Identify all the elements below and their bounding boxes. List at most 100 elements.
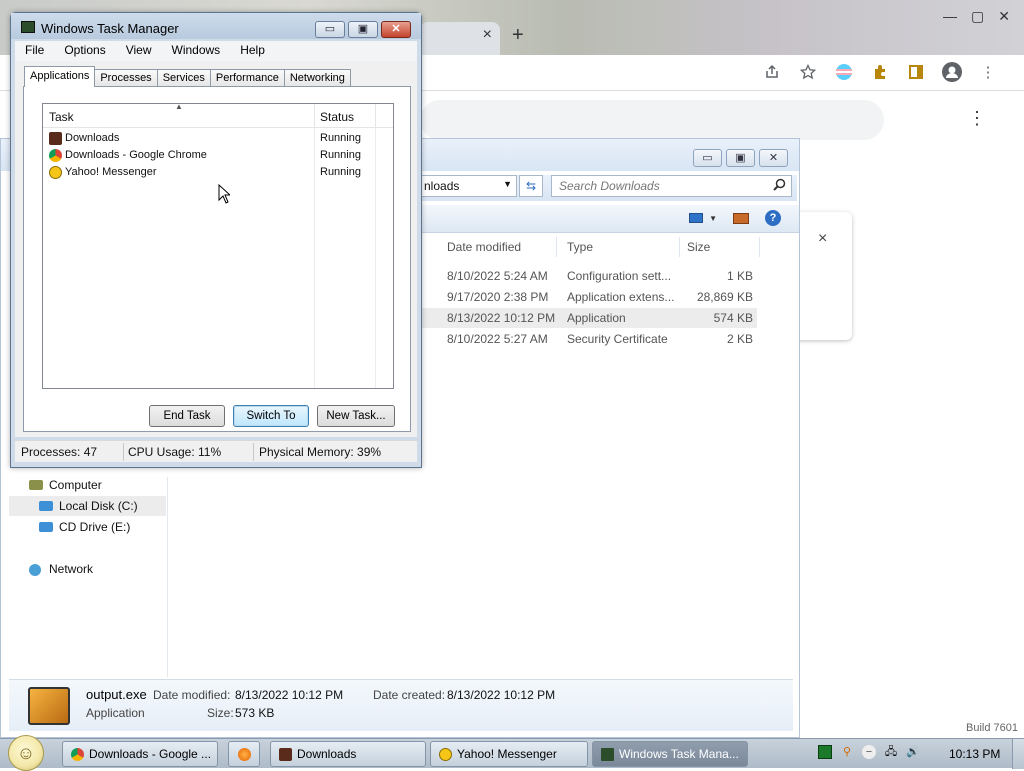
column-size[interactable]: Size <box>687 240 710 254</box>
minimize-button[interactable]: ▭ <box>315 21 345 38</box>
share-icon[interactable] <box>762 62 782 82</box>
chrome-menu-icon[interactable]: ⋮ <box>978 62 998 82</box>
new-tab-button[interactable]: + <box>512 24 524 47</box>
nav-item-network[interactable]: Network <box>9 559 166 579</box>
task-row[interactable]: Downloads - Google Chrome Running <box>43 147 393 164</box>
end-task-button[interactable]: End Task <box>149 405 225 427</box>
search-icon[interactable] <box>773 178 786 194</box>
tab-close-icon[interactable]: × <box>483 26 492 44</box>
close-icon[interactable]: ✕ <box>998 8 1010 25</box>
task-list-header: ▲ Task Status <box>43 102 393 128</box>
file-type: Application extens... <box>567 290 675 304</box>
taskbar-item-yahoo-messenger[interactable]: Yahoo! Messenger <box>430 741 588 767</box>
task-manager-titlebar[interactable]: Windows Task Manager ▭ ▣ ✕ <box>11 13 421 39</box>
popup-close-icon[interactable]: × <box>818 230 827 248</box>
chrome-tab[interactable]: × <box>420 22 500 55</box>
tab-strip: Applications Processes Services Performa… <box>24 66 351 87</box>
task-row[interactable]: Yahoo! Messenger Running <box>43 164 393 181</box>
build-watermark: Build 7601 <box>966 722 1018 734</box>
explorer-command-bar: ▼ ? <box>421 205 799 233</box>
taskbar-item-label: Yahoo! Messenger <box>457 747 557 761</box>
start-button[interactable]: ☺ <box>8 735 44 771</box>
bookmark-star-icon[interactable] <box>798 62 818 82</box>
chrome-icon <box>71 748 84 761</box>
extensions-icon[interactable] <box>870 62 890 82</box>
file-row-selected[interactable]: 8/13/2022 10:12 PM Application 574 KB <box>421 308 757 328</box>
yahoo-messenger-icon <box>439 748 452 761</box>
task-list[interactable]: ▲ Task Status Downloads Running Download… <box>42 102 394 389</box>
nav-label: Network <box>49 562 94 576</box>
account-avatar-icon[interactable] <box>942 62 962 82</box>
task-status: Running <box>320 132 361 144</box>
minimize-icon[interactable]: — <box>943 8 957 25</box>
taskbar-item-task-manager[interactable]: Windows Task Mana... <box>592 741 748 767</box>
tab-applications[interactable]: Applications <box>24 66 96 87</box>
switch-to-button[interactable]: Switch To <box>233 405 309 427</box>
close-icon: ✕ <box>391 23 401 35</box>
tab-networking[interactable]: Networking <box>283 69 351 87</box>
network-tray-icon[interactable]: 🖧 <box>884 745 898 759</box>
maximize-button[interactable]: ▣ <box>348 21 378 38</box>
file-type: Configuration sett... <box>567 269 672 283</box>
explorer-maximize-button[interactable]: ▣ <box>726 149 755 167</box>
nav-item-local-disk[interactable]: Local Disk (C:) <box>9 496 166 516</box>
file-row[interactable]: 9/17/2020 2:38 PM Application extens... … <box>421 287 757 307</box>
column-task[interactable]: Task <box>49 110 74 124</box>
menu-help[interactable]: Help <box>230 41 275 61</box>
taskbar-item-downloads[interactable]: Downloads <box>270 741 426 767</box>
taskbar-item-firefox[interactable] <box>228 741 260 767</box>
column-type[interactable]: Type <box>567 240 593 254</box>
pane-divider <box>167 477 168 677</box>
column-date-modified[interactable]: Date modified <box>447 240 521 254</box>
tab-services[interactable]: Services <box>156 69 211 87</box>
taskbar-item-label: Windows Task Mana... <box>619 747 739 761</box>
start-orb-icon: ☺ <box>16 743 36 763</box>
notification-tray-icon[interactable]: − <box>862 745 876 759</box>
address-dropdown-icon[interactable]: ▼ <box>503 179 512 189</box>
task-row[interactable]: Downloads Running <box>43 130 393 147</box>
tab-performance[interactable]: Performance <box>209 69 285 87</box>
side-panel-icon[interactable] <box>906 62 926 82</box>
menu-windows[interactable]: Windows <box>162 41 231 61</box>
help-icon[interactable]: ? <box>765 210 781 226</box>
profile-flag-icon[interactable] <box>834 62 854 82</box>
file-size: 574 KB <box>713 311 753 325</box>
details-date-created: 8/13/2022 10:12 PM <box>447 688 556 702</box>
volume-icon[interactable]: 🔊 <box>906 745 920 759</box>
change-view-button[interactable]: ▼ <box>689 213 717 223</box>
task-status: Running <box>320 149 361 161</box>
tab-processes[interactable]: Processes <box>94 69 158 87</box>
system-tray: ⚲ − 🖧 🔊 <box>818 745 920 759</box>
search-tray-icon[interactable]: ⚲ <box>840 745 854 759</box>
status-memory: Physical Memory: 39% <box>259 445 382 459</box>
explorer-minimize-button[interactable]: ▭ <box>693 149 722 167</box>
chrome-page-search-bar[interactable] <box>420 100 884 140</box>
show-desktop-button[interactable] <box>1012 739 1024 769</box>
menu-bar: File Options View Windows Help <box>15 41 417 61</box>
file-row[interactable]: 8/10/2022 5:27 AM Security Certificate 2… <box>421 329 757 349</box>
file-row[interactable]: 8/10/2022 5:24 AM Configuration sett... … <box>421 266 757 286</box>
search-input[interactable]: Search Downloads <box>551 175 792 197</box>
taskbar-item-chrome[interactable]: Downloads - Google ... <box>62 741 218 767</box>
task-manager-tray-icon[interactable] <box>818 745 832 759</box>
refresh-button[interactable]: ⇆ <box>519 175 543 197</box>
preview-pane-icon[interactable] <box>733 212 749 224</box>
status-bar: Processes: 47 CPU Usage: 11% Physical Me… <box>15 440 417 462</box>
task-manager-app-icon <box>21 21 35 33</box>
page-menu-icon[interactable]: ⋮ <box>968 108 986 129</box>
new-task-button[interactable]: New Task... <box>317 405 395 427</box>
menu-options[interactable]: Options <box>54 41 115 61</box>
clock[interactable]: 10:13 PM <box>949 747 1000 761</box>
minimize-icon: ▭ <box>324 23 336 35</box>
task-name: Downloads - Google Chrome <box>65 149 207 161</box>
maximize-icon[interactable]: ▢ <box>971 8 984 25</box>
nav-item-cd-drive[interactable]: CD Drive (E:) <box>9 517 166 537</box>
nav-item-computer[interactable]: Computer <box>9 475 166 495</box>
explorer-close-button[interactable]: ✕ <box>759 149 788 167</box>
address-bar[interactable]: nloads ▼ <box>421 175 517 197</box>
menu-view[interactable]: View <box>116 41 162 61</box>
details-kind: Application <box>86 706 145 720</box>
column-status[interactable]: Status <box>320 110 354 124</box>
close-button[interactable]: ✕ <box>381 21 411 38</box>
menu-file[interactable]: File <box>15 41 54 61</box>
